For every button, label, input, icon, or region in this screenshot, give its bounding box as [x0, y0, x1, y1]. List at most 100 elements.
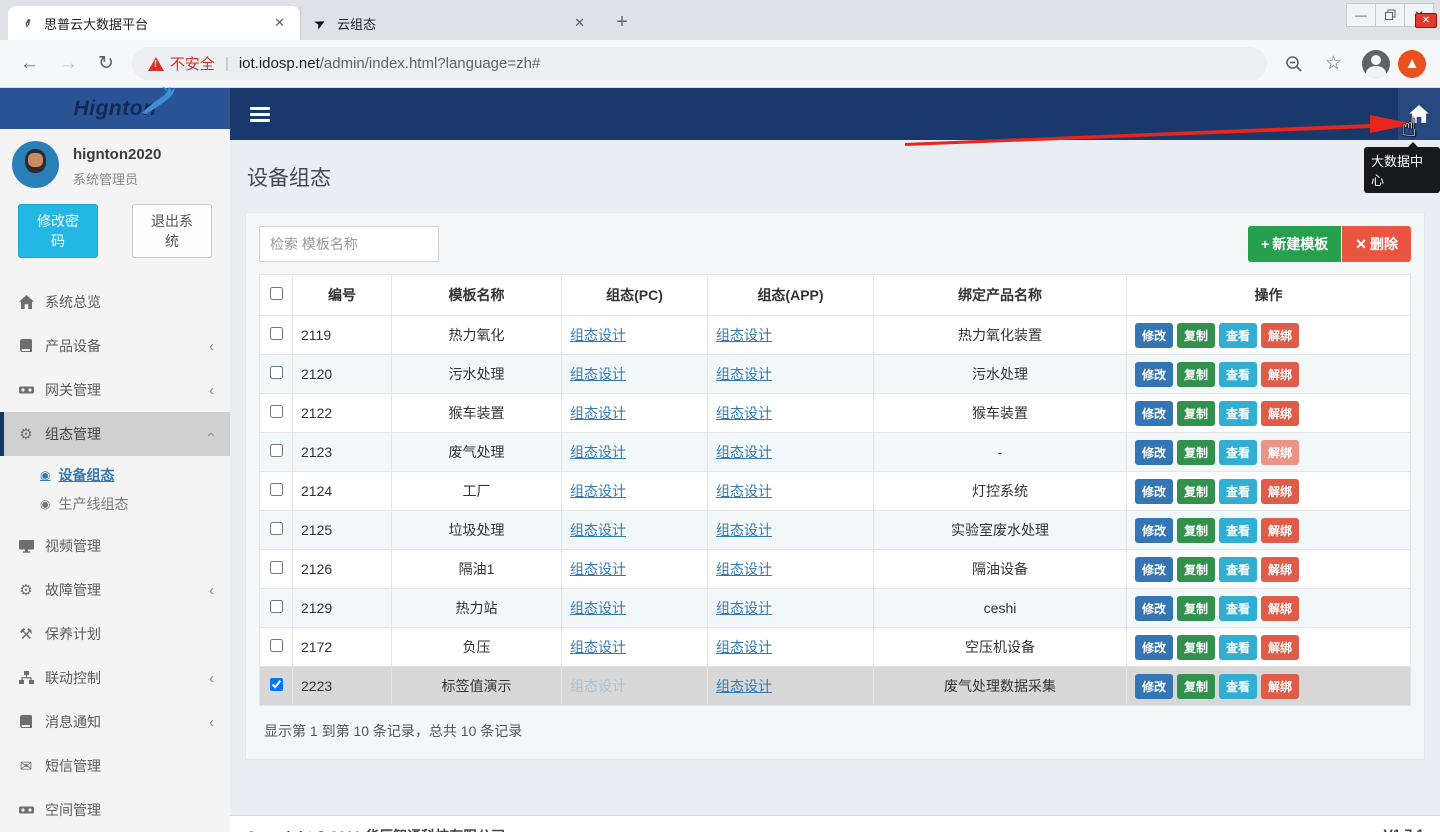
copy-button[interactable]: 复制: [1177, 557, 1215, 582]
edit-button[interactable]: 修改: [1135, 635, 1173, 660]
app-config-link[interactable]: 组态设计: [716, 678, 772, 694]
copy-button[interactable]: 复制: [1177, 596, 1215, 621]
logout-button[interactable]: 退出系统: [132, 204, 212, 258]
unbind-button[interactable]: 解绑: [1261, 596, 1299, 621]
pc-config-link[interactable]: 组态设计: [570, 483, 626, 499]
sidebar-item[interactable]: 产品设备‹: [0, 324, 230, 368]
app-config-link[interactable]: 组态设计: [716, 600, 772, 616]
unbind-button[interactable]: 解绑: [1261, 674, 1299, 699]
pc-config-link[interactable]: 组态设计: [570, 405, 626, 421]
row-checkbox[interactable]: [270, 600, 283, 613]
edit-button[interactable]: 修改: [1135, 557, 1173, 582]
copy-button[interactable]: 复制: [1177, 635, 1215, 660]
view-button[interactable]: 查看: [1219, 440, 1257, 465]
copy-button[interactable]: 复制: [1177, 518, 1215, 543]
new-template-button[interactable]: +新建模板: [1248, 226, 1341, 262]
edit-button[interactable]: 修改: [1135, 401, 1173, 426]
edit-button[interactable]: 修改: [1135, 674, 1173, 699]
zoom-out-icon[interactable]: [1275, 55, 1313, 73]
unbind-button[interactable]: 解绑: [1261, 557, 1299, 582]
row-checkbox[interactable]: [270, 522, 283, 535]
copy-button[interactable]: 复制: [1177, 479, 1215, 504]
view-button[interactable]: 查看: [1219, 674, 1257, 699]
sidebar-item[interactable]: ⚙组态管理‹: [0, 412, 230, 456]
row-checkbox[interactable]: [270, 483, 283, 496]
minimize-button[interactable]: —: [1346, 3, 1376, 27]
change-password-button[interactable]: 修改密码: [18, 204, 98, 258]
unbind-button[interactable]: 解绑: [1261, 323, 1299, 348]
copy-button[interactable]: 复制: [1177, 401, 1215, 426]
sidebar-item[interactable]: 网关管理‹: [0, 368, 230, 412]
menu-toggle-button[interactable]: [250, 104, 270, 125]
unbind-button[interactable]: 解绑: [1261, 362, 1299, 387]
app-config-link[interactable]: 组态设计: [716, 561, 772, 577]
sidebar-item[interactable]: 联动控制‹: [0, 656, 230, 700]
select-all-checkbox[interactable]: [270, 287, 283, 300]
copy-button[interactable]: 复制: [1177, 440, 1215, 465]
browser-tab-inactive[interactable]: ➤ 云组态 ✕: [300, 6, 600, 40]
view-button[interactable]: 查看: [1219, 401, 1257, 426]
app-config-link[interactable]: 组态设计: [716, 366, 772, 382]
new-tab-button[interactable]: +: [608, 8, 636, 36]
view-button[interactable]: 查看: [1219, 362, 1257, 387]
view-button[interactable]: 查看: [1219, 557, 1257, 582]
edit-button[interactable]: 修改: [1135, 440, 1173, 465]
edit-button[interactable]: 修改: [1135, 479, 1173, 504]
app-config-link[interactable]: 组态设计: [716, 483, 772, 499]
row-checkbox[interactable]: [270, 405, 283, 418]
edit-button[interactable]: 修改: [1135, 362, 1173, 387]
view-button[interactable]: 查看: [1219, 596, 1257, 621]
app-config-link[interactable]: 组态设计: [716, 639, 772, 655]
row-checkbox[interactable]: [270, 444, 283, 457]
bookmark-star-icon[interactable]: ☆: [1313, 52, 1354, 75]
row-checkbox[interactable]: [270, 561, 283, 574]
close-window-button[interactable]: ✕ ✕: [1404, 3, 1434, 27]
tab-close-icon[interactable]: ✕: [569, 13, 590, 33]
tab-close-icon[interactable]: ✕: [269, 13, 290, 33]
unbind-button[interactable]: 解绑: [1261, 401, 1299, 426]
row-checkbox[interactable]: [270, 639, 283, 652]
back-button[interactable]: ←: [10, 53, 49, 75]
edit-button[interactable]: 修改: [1135, 518, 1173, 543]
browser-update-icon[interactable]: ▲: [1398, 50, 1426, 78]
pc-config-link[interactable]: 组态设计: [570, 639, 626, 655]
restore-button[interactable]: [1375, 3, 1405, 27]
app-config-link[interactable]: 组态设计: [716, 522, 772, 538]
app-config-link[interactable]: 组态设计: [716, 405, 772, 421]
copy-button[interactable]: 复制: [1177, 362, 1215, 387]
reload-button[interactable]: ↻: [88, 52, 124, 75]
unbind-button[interactable]: 解绑: [1261, 635, 1299, 660]
sidebar-subitem[interactable]: ◉设备组态: [0, 460, 230, 489]
pc-config-link[interactable]: 组态设计: [570, 444, 626, 460]
view-button[interactable]: 查看: [1219, 479, 1257, 504]
unbind-button[interactable]: 解绑: [1261, 518, 1299, 543]
forward-button[interactable]: →: [49, 53, 88, 75]
app-config-link[interactable]: 组态设计: [716, 444, 772, 460]
pc-config-link[interactable]: 组态设计: [570, 327, 626, 343]
edit-button[interactable]: 修改: [1135, 323, 1173, 348]
row-checkbox[interactable]: [270, 678, 283, 691]
sidebar-item[interactable]: 视频管理: [0, 524, 230, 568]
browser-tab-active[interactable]: ✒ 思普云大数据平台 ✕: [8, 6, 300, 40]
sidebar-item[interactable]: ⚒保养计划: [0, 612, 230, 656]
sidebar-item[interactable]: 消息通知‹: [0, 700, 230, 744]
sidebar-item[interactable]: ⚙故障管理‹: [0, 568, 230, 612]
pc-config-link[interactable]: 组态设计: [570, 522, 626, 538]
copy-button[interactable]: 复制: [1177, 674, 1215, 699]
pc-config-link[interactable]: 组态设计: [570, 366, 626, 382]
view-button[interactable]: 查看: [1219, 518, 1257, 543]
address-bar[interactable]: 不安全 | iot.idosp.net /admin/index.html?la…: [132, 47, 1267, 80]
edit-button[interactable]: 修改: [1135, 596, 1173, 621]
pc-config-link[interactable]: 组态设计: [570, 561, 626, 577]
search-input[interactable]: [259, 226, 439, 262]
app-config-link[interactable]: 组态设计: [716, 327, 772, 343]
row-checkbox[interactable]: [270, 327, 283, 340]
sidebar-item[interactable]: 空间管理: [0, 788, 230, 832]
pc-config-link[interactable]: 组态设计: [570, 600, 626, 616]
browser-profile-avatar[interactable]: [1362, 50, 1390, 78]
view-button[interactable]: 查看: [1219, 635, 1257, 660]
view-button[interactable]: 查看: [1219, 323, 1257, 348]
sidebar-item[interactable]: ✉短信管理: [0, 744, 230, 788]
bigdata-home-button[interactable]: [1398, 88, 1440, 140]
sidebar-subitem[interactable]: ◉生产线组态: [0, 489, 230, 518]
